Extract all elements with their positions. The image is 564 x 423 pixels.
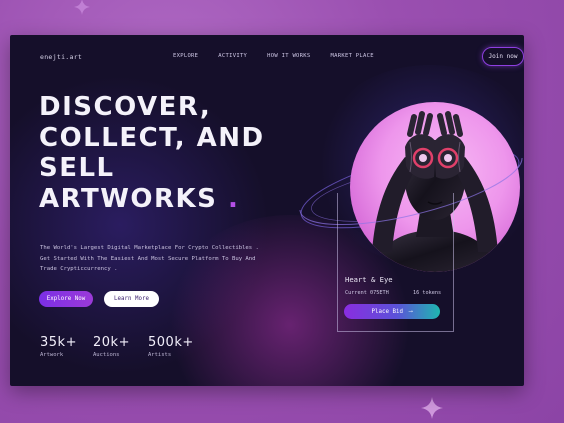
nav-market-place[interactable]: MARKET PLACE bbox=[331, 53, 374, 59]
headline-line-text: ARTWORKS bbox=[39, 183, 218, 214]
headline-line: SELL bbox=[39, 153, 115, 183]
hero-description: The World's Largest Digital Marketplace … bbox=[40, 245, 259, 272]
current-price: Current 075ETH bbox=[345, 290, 389, 296]
stat-label: Auctions bbox=[93, 352, 120, 358]
token-count: 16 tokens bbox=[413, 290, 442, 296]
site-logo[interactable]: enejti.art bbox=[40, 53, 82, 61]
headline-dot: . bbox=[227, 183, 240, 214]
stat-label: Artwork bbox=[40, 352, 64, 358]
main-nav: EXPLORE ACTIVITY HOW IT WORKS MARKET PLA… bbox=[173, 53, 394, 59]
nav-how-it-works[interactable]: HOW IT WORKS bbox=[267, 53, 310, 59]
join-now-button[interactable]: Join now bbox=[482, 47, 524, 66]
nav-activity[interactable]: ACTIVITY bbox=[218, 53, 247, 59]
headline-line: ARTWORKS . bbox=[39, 184, 265, 215]
arrow-right-icon: ⟶ bbox=[408, 308, 413, 315]
headline-line: COLLECT, AND bbox=[39, 122, 265, 153]
explore-now-button[interactable]: Explore Now bbox=[39, 291, 93, 307]
learn-more-button[interactable]: Learn More bbox=[104, 291, 159, 307]
place-bid-button[interactable]: Place Bid ⟶ bbox=[344, 304, 440, 319]
nav-explore[interactable]: EXPLORE bbox=[173, 53, 198, 59]
stat-auctions: 20k+ Auctions bbox=[93, 335, 130, 358]
browser-window: enejti.art EXPLORE ACTIVITY HOW IT WORKS… bbox=[10, 35, 524, 386]
stat-value: 20k+ bbox=[93, 335, 130, 350]
stat-artists: 500k+ Artists bbox=[148, 335, 194, 358]
stat-value: 500k+ bbox=[148, 335, 194, 350]
place-bid-label: Place Bid bbox=[371, 308, 403, 315]
stat-value: 35k+ bbox=[40, 335, 77, 350]
stat-artwork: 35k+ Artwork bbox=[40, 335, 77, 358]
headline-line: DISCOVER, bbox=[39, 92, 212, 122]
artwork-title: Heart & Eye bbox=[345, 275, 393, 284]
stat-label: Artists bbox=[148, 352, 172, 358]
hero-headline: DISCOVER, COLLECT, AND SELL ARTWORKS . bbox=[39, 92, 265, 214]
